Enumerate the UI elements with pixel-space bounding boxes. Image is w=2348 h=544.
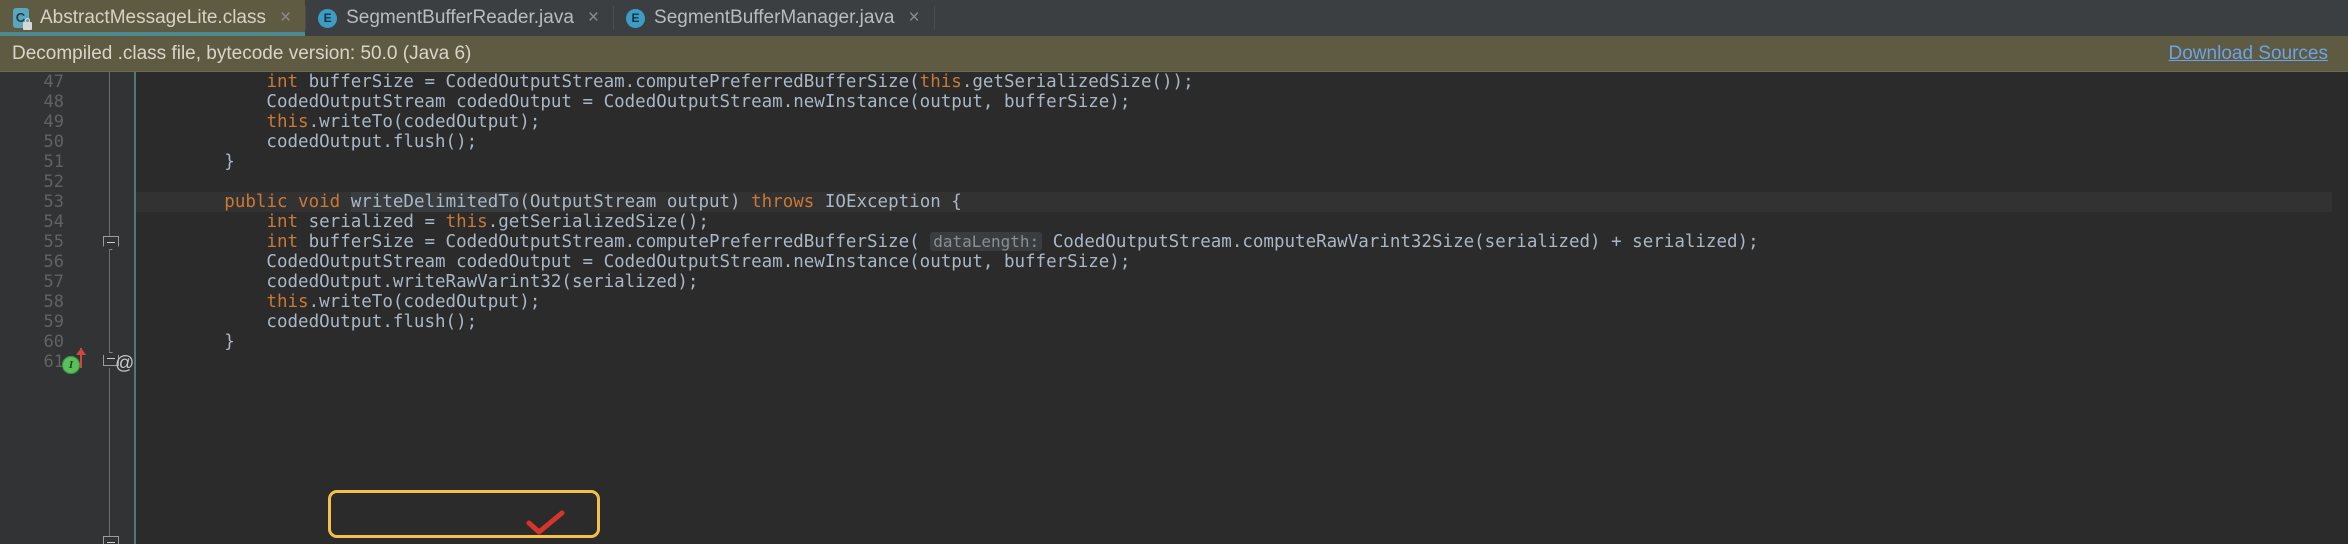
code-token: .writeTo(codedOutput); [308, 112, 541, 132]
fold-end-icon[interactable] [102, 232, 120, 252]
code-line[interactable] [136, 172, 2348, 192]
line-number: 51 [43, 152, 64, 172]
code-token: CodedOutputStream.computeRawVarint32Size… [1042, 232, 1759, 252]
editor-tab-close-icon[interactable]: × [280, 7, 291, 29]
code-line[interactable]: public void writeDelimitedTo(OutputStrea… [136, 192, 2348, 212]
code-folding-column[interactable] [100, 72, 124, 544]
code-line[interactable]: int serialized = this.getSerializedSize(… [136, 212, 2348, 232]
editor-tab-1[interactable]: E SegmentBufferReader.java × [306, 0, 614, 36]
code-token: codedOutput.flush(); [140, 312, 478, 332]
code-line[interactable]: codedOutput.flush(); [136, 312, 2348, 332]
code-token: public void [224, 192, 341, 212]
line-number: 56 [43, 252, 64, 272]
code-line[interactable]: } [136, 332, 2348, 352]
line-number: 52 [43, 172, 64, 192]
editor-tab-label: SegmentBufferManager.java [654, 7, 895, 28]
line-number: 55 [43, 232, 64, 252]
highlight-annotation-box [328, 490, 600, 538]
code-token: bufferSize = CodedOutputStream.computePr… [298, 232, 931, 252]
banner-message: Decompiled .class file, bytecode version… [12, 43, 472, 64]
code-token: CodedOutputStream codedOutput = CodedOut… [140, 252, 1131, 272]
annotation-at-icon: @ [115, 353, 135, 374]
code-token: .writeTo(codedOutput); [308, 292, 541, 312]
fold-region-line [109, 368, 110, 544]
code-token: (OutputStream output) [519, 192, 752, 212]
implementation-marker-icon[interactable]: I [62, 356, 80, 374]
code-token: int [266, 72, 299, 92]
code-token: CodedOutputStream codedOutput = CodedOut… [140, 92, 1131, 112]
line-number: 61 [43, 352, 64, 372]
code-line[interactable]: int bufferSize = CodedOutputStream.compu… [136, 232, 2348, 252]
code-token: int [266, 232, 299, 252]
line-number: 60 [43, 332, 64, 352]
code-surface[interactable]: int bufferSize = CodedOutputStream.compu… [136, 72, 2348, 544]
line-number: 49 [43, 112, 64, 132]
code-line[interactable]: CodedOutputStream codedOutput = CodedOut… [136, 92, 2348, 112]
editor-tab-bar: C AbstractMessageLite.class × E SegmentBuffe… [0, 0, 2348, 36]
code-token: .getSerializedSize(); [487, 212, 709, 232]
code-token: throws [751, 192, 815, 212]
line-number: 48 [43, 92, 64, 112]
line-number: 58 [43, 292, 64, 312]
code-token: int [266, 212, 299, 232]
line-number: 47 [43, 72, 64, 92]
code-line[interactable]: CodedOutputStream codedOutput = CodedOut… [136, 252, 2348, 272]
line-number: 50 [43, 132, 64, 152]
editor-tab-label: AbstractMessageLite.class [40, 7, 266, 28]
editor-scrollbar-rail[interactable] [2332, 72, 2348, 544]
line-number: 53 [43, 192, 64, 212]
code-token: writeDelimitedTo [350, 192, 520, 212]
editor-gutter[interactable]: 47 48 49 50 51 52 53 54 55 56 57 58 59 60 61 I @ [0, 72, 136, 544]
fold-region-line [109, 252, 110, 356]
code-line[interactable]: codedOutput.writeRawVarint32(serialized)… [136, 272, 2348, 292]
editor-tab-0[interactable]: C AbstractMessageLite.class × [0, 0, 306, 36]
line-number: 59 [43, 312, 64, 332]
code-line[interactable]: this.writeTo(codedOutput); [136, 292, 2348, 312]
editor-tab-2[interactable]: E SegmentBufferManager.java × [614, 0, 934, 36]
red-checkmark-annotation [526, 510, 566, 536]
code-line[interactable]: codedOutput.flush(); [136, 132, 2348, 152]
decompiled-class-banner: Decompiled .class file, bytecode version… [0, 36, 2348, 72]
code-token: codedOutput.writeRawVarint32(serialized)… [140, 272, 699, 292]
java-enum-icon: E [626, 8, 646, 29]
code-line[interactable]: } [136, 152, 2348, 172]
code-line[interactable] [136, 352, 2348, 372]
code-token: IOException { [814, 192, 962, 212]
class-file-icon: C [12, 7, 32, 30]
line-number: 54 [43, 212, 64, 232]
implementation-marker-letter: I [68, 359, 74, 371]
editor-tab-close-icon[interactable]: × [908, 7, 919, 29]
override-arrow-icon [76, 348, 86, 368]
line-number: 57 [43, 272, 64, 292]
editor-tab-label: SegmentBufferReader.java [346, 7, 574, 28]
code-token: bufferSize = CodedOutputStream.computePr… [298, 72, 920, 92]
editor-tab-close-icon[interactable]: × [588, 7, 599, 29]
java-enum-icon: E [318, 8, 338, 29]
code-token: } [140, 152, 235, 172]
code-token: } [140, 332, 235, 352]
code-token: dataLength: [930, 232, 1043, 251]
code-line[interactable]: int bufferSize = CodedOutputStream.compu… [136, 72, 2348, 92]
tab-separator [933, 6, 935, 30]
fold-end-icon[interactable] [102, 532, 120, 544]
download-sources-link[interactable]: Download Sources [2169, 43, 2328, 65]
code-line[interactable]: this.writeTo(codedOutput); [136, 112, 2348, 132]
code-token: this [266, 112, 309, 132]
code-editor[interactable]: 47 48 49 50 51 52 53 54 55 56 57 58 59 60 61 I @ int b… [0, 72, 2348, 544]
code-token: .getSerializedSize()); [961, 72, 1194, 92]
line-number-column: 47 48 49 50 51 52 53 54 55 56 57 58 59 60 61 [0, 72, 70, 372]
fold-region-line [109, 72, 110, 252]
code-token: this [919, 72, 962, 92]
code-token: this [266, 292, 309, 312]
code-token: codedOutput.flush(); [140, 132, 478, 152]
code-token: this [445, 212, 488, 232]
code-token: serialized = [298, 212, 446, 232]
